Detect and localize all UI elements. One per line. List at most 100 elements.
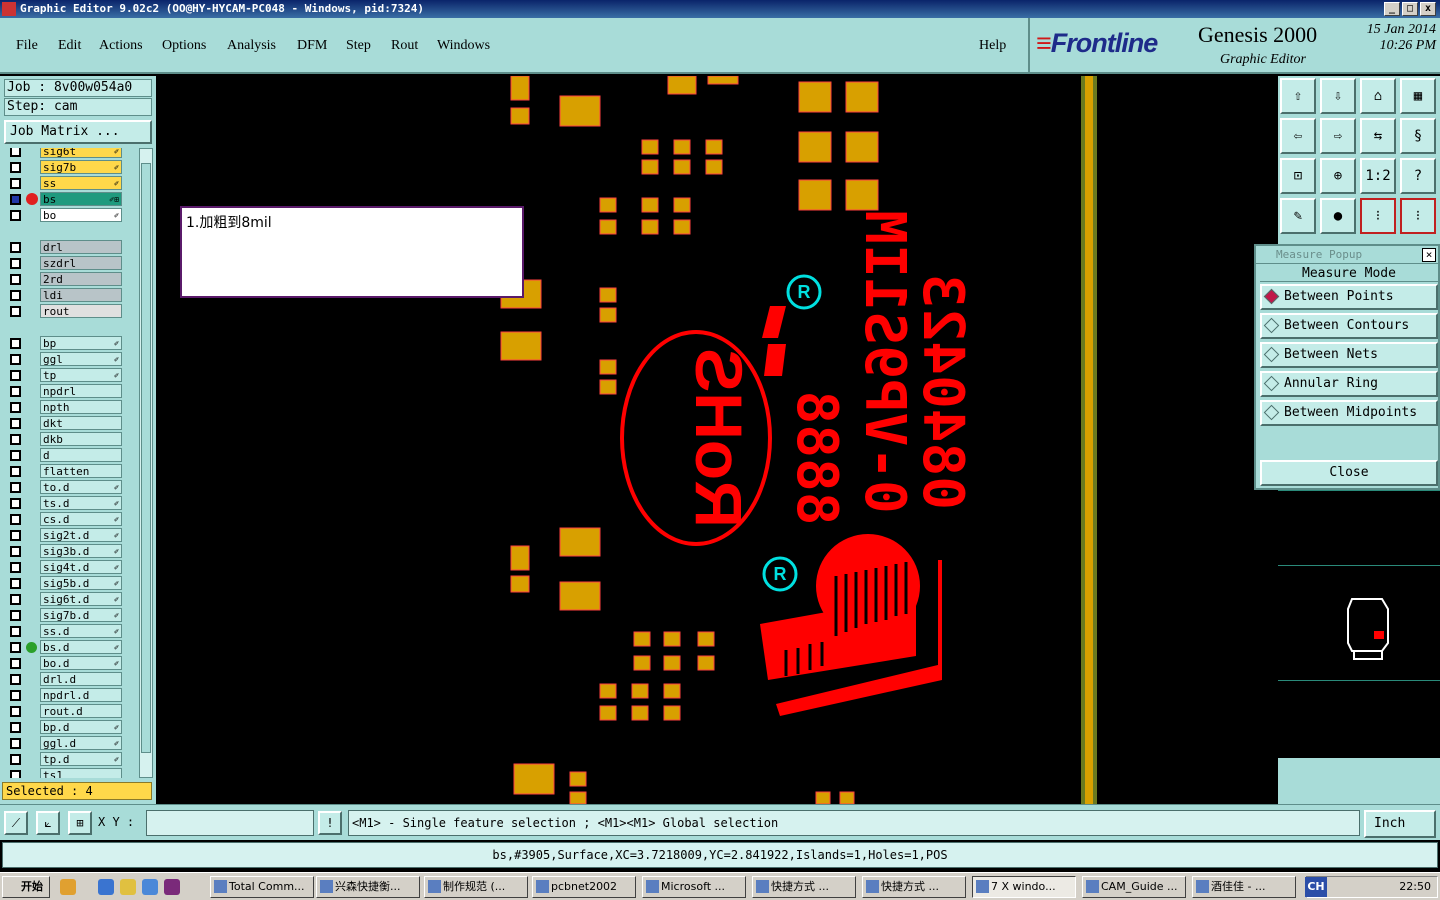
layer-row[interactable]: flatten [4,464,138,479]
taskbar-button[interactable]: Total Comm... [210,876,314,898]
layer-row[interactable]: sig4t.d ✐ [4,560,138,575]
layer-checkbox[interactable] [10,578,21,589]
layer-row[interactable]: rout [4,304,138,319]
x-icon[interactable] [164,879,180,895]
layer-checkbox[interactable] [10,722,21,733]
layer-row[interactable]: npth [4,400,138,415]
layer-name[interactable]: ggl ✐ [40,352,122,366]
layer-row[interactable]: dkb [4,432,138,447]
layer-checkbox[interactable] [10,514,21,525]
menu-file[interactable]: File [16,38,38,54]
taskbar-button[interactable]: 快捷方式 ... [752,876,856,898]
layer-name[interactable]: rout [40,304,122,318]
layer-name[interactable]: cs.d ✐ [40,512,122,526]
warning-icon[interactable]: ! [318,811,342,835]
layer-checkbox[interactable] [10,418,21,429]
layer-name[interactable]: bs ✐⊞ [40,192,122,206]
layer-name[interactable]: ts1 [40,768,122,778]
layer-name[interactable]: szdrl [40,256,122,270]
layer-name[interactable]: ss.d ✐ [40,624,122,638]
clock-icon[interactable] [120,879,136,895]
layer-name[interactable]: sig6t ✐ [40,148,122,158]
layer-name[interactable]: npdrl [40,384,122,398]
layer-name[interactable]: flatten [40,464,122,478]
select-icon[interactable]: ⟋ [4,811,28,835]
tool-zoom-icon[interactable]: ⊕ [1320,158,1356,194]
tool-net-icon[interactable]: ⁝ [1360,198,1396,234]
layer-name[interactable]: npth [40,400,122,414]
menu-windows[interactable]: Windows [437,38,490,54]
layer-checkbox[interactable] [10,274,21,285]
taskbar-button[interactable]: 制作规范 (... [424,876,528,898]
layer-checkbox[interactable] [10,658,21,669]
layer-name[interactable]: tp.d ✐ [40,752,122,766]
menu-edit[interactable]: Edit [58,38,81,54]
scroll-thumb[interactable] [141,163,151,753]
layer-checkbox[interactable] [10,210,21,221]
layer-checkbox[interactable] [10,546,21,557]
layer-name[interactable]: d [40,448,122,462]
layer-checkbox[interactable] [10,434,21,445]
layer-checkbox[interactable] [10,338,21,349]
menu-analysis[interactable]: Analysis [227,38,276,54]
taskbar-button[interactable]: 酒佳佳 - ... [1192,876,1296,898]
option-between-points[interactable]: Between Points [1260,284,1438,310]
layer-checkbox[interactable] [10,290,21,301]
layer-name[interactable]: bp.d ✐ [40,720,122,734]
layer-row[interactable]: sig6t ✐ [4,148,138,159]
layer-checkbox[interactable] [10,466,21,477]
maximize-button[interactable]: □ [1402,2,1418,16]
option-between-contours[interactable]: Between Contours [1260,313,1438,339]
minimize-button[interactable]: _ [1384,2,1400,16]
layer-row[interactable]: bo ✐ [4,208,138,223]
layer-name[interactable]: bp ✐ [40,336,122,350]
layer-row[interactable]: drl [4,240,138,255]
layer-row[interactable]: sig2t.d ✐ [4,528,138,543]
layer-checkbox[interactable] [10,178,21,189]
measure-close-button[interactable]: Close [1260,460,1438,486]
minimap[interactable] [1278,490,1440,758]
tool-measure-icon[interactable]: ● [1320,198,1356,234]
layer-row[interactable]: sig3b.d ✐ [4,544,138,559]
layer-checkbox[interactable] [10,306,21,317]
layer-row[interactable]: ldi [4,288,138,303]
layer-name[interactable]: ss ✐ [40,176,122,190]
layer-checkbox[interactable] [10,402,21,413]
grid-icon[interactable]: ⊞ [68,811,92,835]
tool-home-icon[interactable]: ⌂ [1360,78,1396,114]
layer-name[interactable]: ggl.d ✐ [40,736,122,750]
layer-row[interactable]: ts1 [4,768,138,778]
layer-checkbox[interactable] [10,386,21,397]
layer-name[interactable]: bo.d ✐ [40,656,122,670]
menu-rout[interactable]: Rout [391,38,418,54]
layer-row[interactable]: ss.d ✐ [4,624,138,639]
layer-checkbox[interactable] [10,706,21,717]
layer-name[interactable]: npdrl.d [40,688,122,702]
layer-row[interactable]: bp ✐ [4,336,138,351]
layer-row[interactable]: szdrl [4,256,138,271]
taskbar-button[interactable]: CAM_Guide ... [1082,876,1186,898]
menu-help[interactable]: Help [979,38,1006,54]
layer-row[interactable]: ts.d ✐ [4,496,138,511]
option-between-midpoints[interactable]: Between Midpoints [1260,400,1438,426]
layer-checkbox[interactable] [10,482,21,493]
layer-row[interactable]: sig5b.d ✐ [4,576,138,591]
layer-name[interactable]: tp ✐ [40,368,122,382]
layer-row[interactable]: npdrl [4,384,138,399]
layer-name[interactable]: sig7b ✐ [40,160,122,174]
layer-checkbox[interactable] [10,370,21,381]
layer-row[interactable]: sig7b.d ✐ [4,608,138,623]
layer-checkbox[interactable] [10,674,21,685]
close-icon[interactable]: × [1422,248,1436,262]
layer-row[interactable]: to.d ✐ [4,480,138,495]
xy-input[interactable] [146,810,314,836]
layer-name[interactable]: dkb [40,432,122,446]
layer-row[interactable]: drl.d [4,672,138,687]
layer-row[interactable]: ss ✐ [4,176,138,191]
option-annular-ring[interactable]: Annular Ring [1260,371,1438,397]
layer-row[interactable]: rout.d [4,704,138,719]
tool-toggle-icon[interactable]: ⇆ [1360,118,1396,154]
tool-fit-icon[interactable]: ⊡ [1280,158,1316,194]
menu-actions[interactable]: Actions [99,38,143,54]
tool-help-icon[interactable]: ? [1400,158,1436,194]
